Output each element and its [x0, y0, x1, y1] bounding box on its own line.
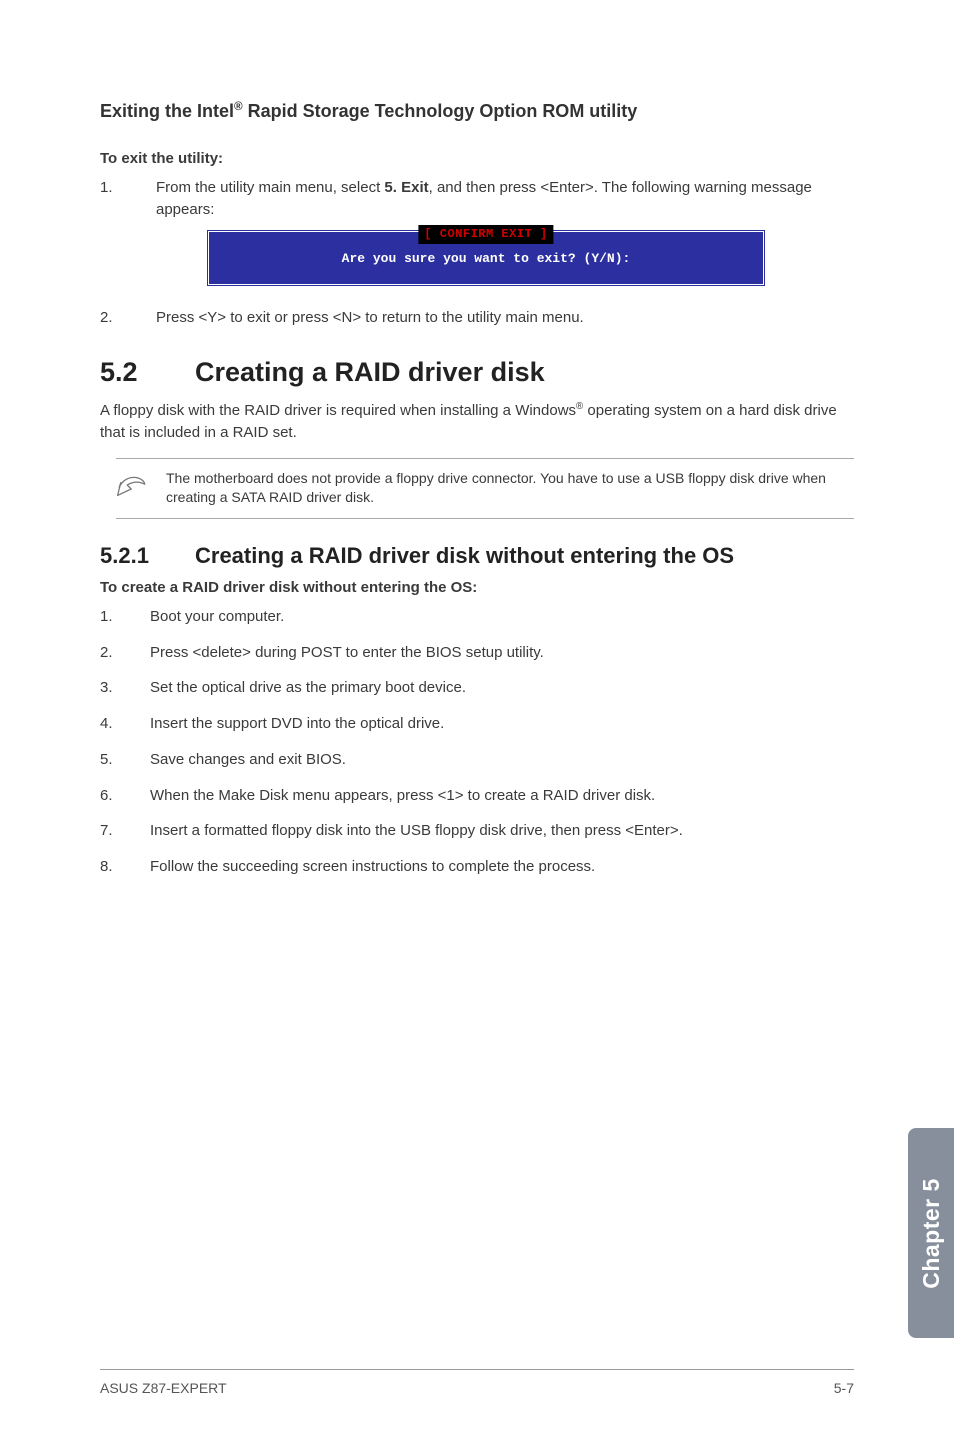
heading-title: Creating a RAID driver disk [195, 357, 545, 387]
list-item: Press <delete> during POST to enter the … [100, 642, 854, 664]
para-pre: A floppy disk with the RAID driver is re… [100, 402, 576, 419]
heading-exiting-intel: Exiting the Intel® Rapid Storage Technol… [100, 100, 854, 122]
heading-num: 5.2 [100, 357, 195, 388]
step-text: Press <Y> to exit or press <N> to return… [156, 309, 584, 326]
list-item: Set the optical drive as the primary boo… [100, 677, 854, 699]
heading-exiting-prefix: Exiting the Intel [100, 101, 234, 121]
dialog-body: [ CONFIRM EXIT ] Are you sure you want t… [211, 234, 761, 283]
step-text: Insert the support DVD into the optical … [150, 715, 444, 732]
list-item: Press <Y> to exit or press <N> to return… [100, 307, 854, 329]
sec52-paragraph: A floppy disk with the RAID driver is re… [100, 400, 854, 444]
step-text: When the Make Disk menu appears, press <… [150, 787, 655, 804]
dialog-title: [ CONFIRM EXIT ] [418, 225, 553, 244]
heading-title: Creating a RAID driver disk without ente… [195, 543, 734, 568]
dialog-frame: [ CONFIRM EXIT ] Are you sure you want t… [206, 229, 766, 288]
heading-5-2-1: 5.2.1Creating a RAID driver disk without… [100, 543, 854, 569]
step-text: Boot your computer. [150, 608, 284, 625]
confirm-exit-dialog: [ CONFIRM EXIT ] Are you sure you want t… [206, 229, 766, 288]
exit-steps-list: From the utility main menu, select 5. Ex… [100, 177, 854, 329]
step-text: Follow the succeeding screen instruction… [150, 858, 595, 875]
list-item: From the utility main menu, select 5. Ex… [100, 177, 854, 287]
page-footer: ASUS Z87-EXPERT 5-7 [100, 1369, 854, 1396]
step-text: Save changes and exit BIOS. [150, 751, 346, 768]
list-item: Insert the support DVD into the optical … [100, 713, 854, 735]
footer-left: ASUS Z87-EXPERT [100, 1380, 227, 1396]
heading-5-2: 5.2Creating a RAID driver disk [100, 357, 854, 388]
list-item: Follow the succeeding screen instruction… [100, 856, 854, 878]
to-create-label: To create a RAID driver disk without ent… [100, 579, 854, 596]
registered-mark: ® [234, 100, 243, 113]
list-item: When the Make Disk menu appears, press <… [100, 785, 854, 807]
step-text: Press <delete> during POST to enter the … [150, 644, 544, 661]
dialog-prompt-text: Are you sure you want to exit? (Y/N): [211, 250, 761, 269]
to-exit-label: To exit the utility: [100, 150, 854, 167]
note-icon [116, 469, 158, 504]
chapter-side-tab-label: Chapter 5 [918, 1178, 945, 1289]
footer-right: 5-7 [834, 1380, 854, 1396]
note-block: The motherboard does not provide a flopp… [116, 458, 854, 519]
create-steps-list: Boot your computer. Press <delete> durin… [100, 606, 854, 878]
step-text-pre: From the utility main menu, select [156, 179, 384, 196]
heading-exiting-suffix: Rapid Storage Technology Option ROM util… [243, 101, 638, 121]
chapter-side-tab: Chapter 5 [908, 1128, 954, 1338]
step-text: Set the optical drive as the primary boo… [150, 679, 466, 696]
step-text: Insert a formatted floppy disk into the … [150, 822, 683, 839]
note-text: The motherboard does not provide a flopp… [158, 469, 848, 508]
list-item: Insert a formatted floppy disk into the … [100, 820, 854, 842]
list-item: Save changes and exit BIOS. [100, 749, 854, 771]
heading-num: 5.2.1 [100, 543, 195, 569]
list-item: Boot your computer. [100, 606, 854, 628]
step-text-bold: 5. Exit [384, 179, 428, 196]
